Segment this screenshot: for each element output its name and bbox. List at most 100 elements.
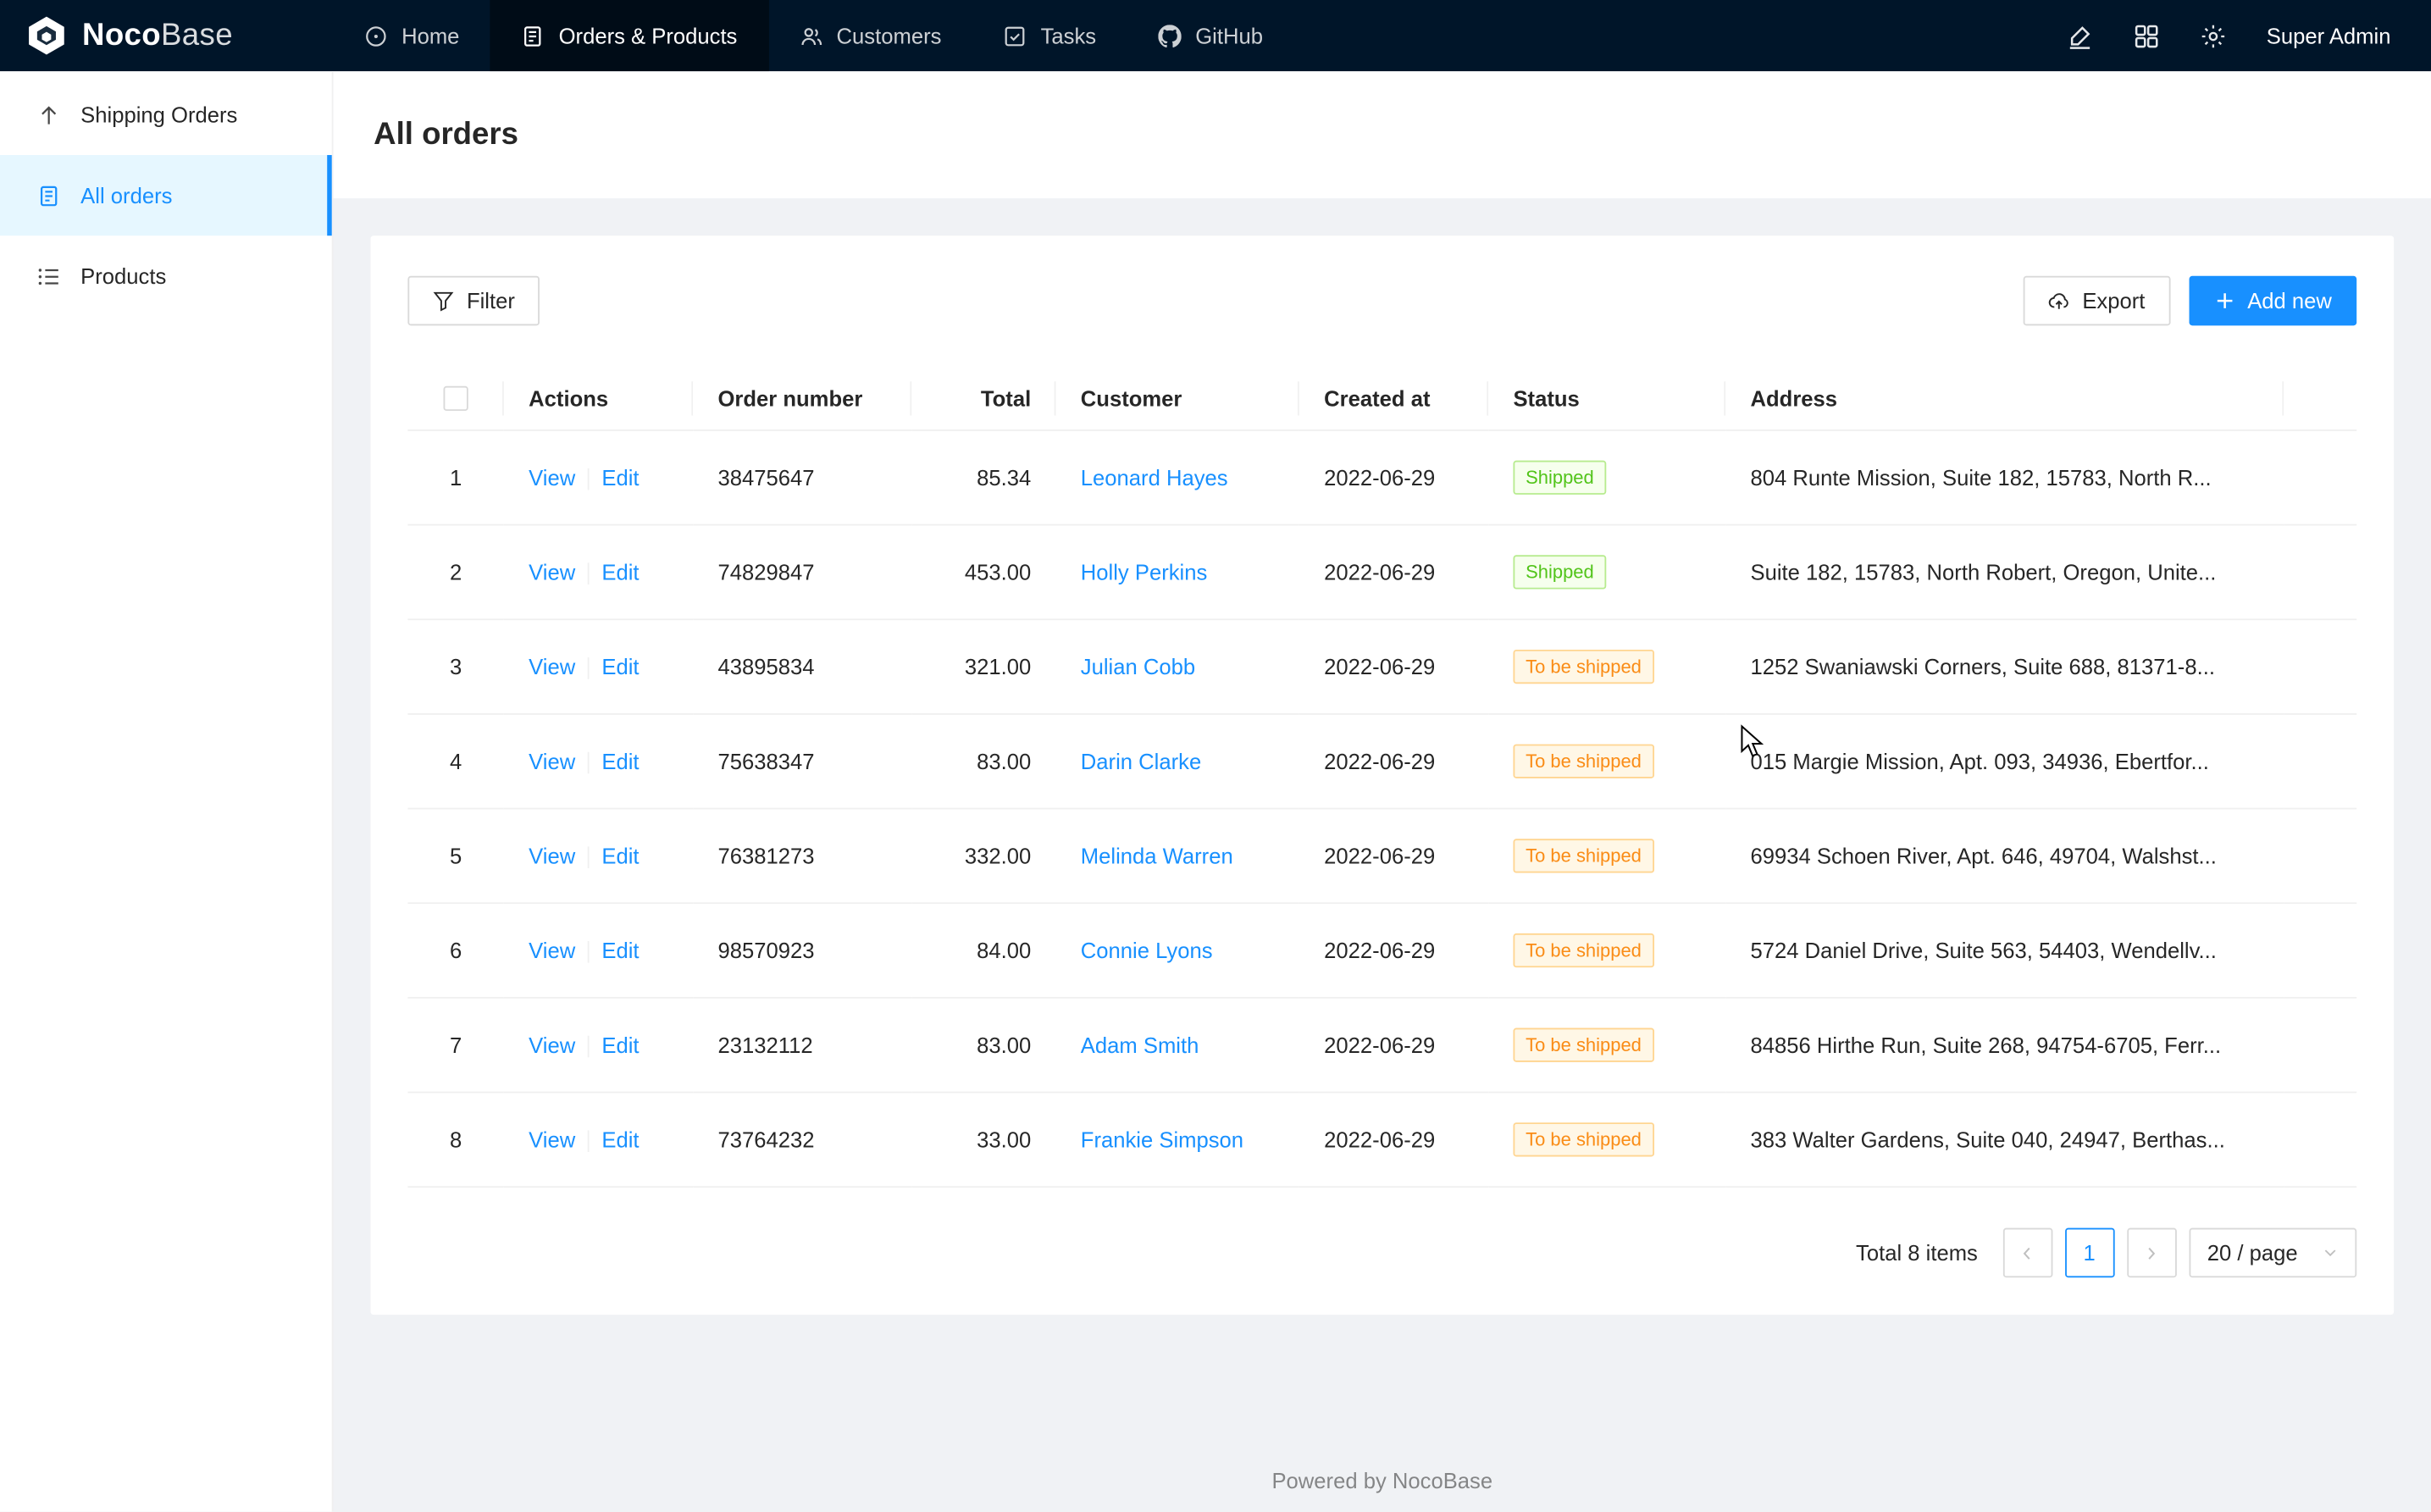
customer-link[interactable]: Darin Clarke <box>1081 750 1201 774</box>
address-cell: 1252 Swaniawski Corners, Suite 688, 8137… <box>1725 620 2284 715</box>
pagination-prev-button[interactable] <box>2002 1228 2052 1278</box>
nav-item-github[interactable]: GitHub <box>1127 0 1294 71</box>
orders-card: Filter Export <box>370 235 2394 1315</box>
edit-link[interactable]: Edit <box>601 1127 639 1152</box>
brand-name: NocoBase <box>82 18 233 53</box>
total-cell: 85.34 <box>911 430 1055 525</box>
customer-link[interactable]: Julian Cobb <box>1081 655 1195 679</box>
gear-icon <box>2200 23 2226 49</box>
view-link[interactable]: View <box>529 560 575 584</box>
customer-link[interactable]: Melinda Warren <box>1081 844 1233 868</box>
filter-button[interactable]: Filter <box>407 276 540 326</box>
edit-link[interactable]: Edit <box>601 655 639 679</box>
edit-link[interactable]: Edit <box>601 939 639 963</box>
column-header-empty <box>2284 366 2356 431</box>
status-cell: To be shipped <box>1488 998 1725 1093</box>
customer-link[interactable]: Frankie Simpson <box>1081 1127 1243 1152</box>
view-link[interactable]: View <box>529 749 575 773</box>
nav-item-orders-products[interactable]: Orders & Products <box>490 0 768 71</box>
status-tag: To be shipped <box>1513 650 1653 684</box>
edit-link[interactable]: Edit <box>601 560 639 584</box>
customer-link[interactable]: Connie Lyons <box>1081 939 1213 963</box>
export-button[interactable]: Export <box>2024 276 2170 326</box>
pagination-page-1[interactable]: 1 <box>2064 1228 2114 1278</box>
view-link[interactable]: View <box>529 939 575 963</box>
column-header-order-number: Order number <box>693 366 911 431</box>
orders-file-icon <box>37 184 60 207</box>
customer-link[interactable]: Holly Perkins <box>1081 560 1208 584</box>
filter-label: Filter <box>467 288 515 313</box>
empty-cell <box>2284 714 2356 809</box>
select-all-checkbox[interactable] <box>443 386 468 411</box>
actions-cell: View Edit <box>504 998 693 1093</box>
view-link[interactable]: View <box>529 655 575 679</box>
toolbar-right: Export Add new <box>2024 276 2356 326</box>
action-divider <box>588 658 590 680</box>
customer-link[interactable]: Adam Smith <box>1081 1033 1199 1058</box>
edit-link[interactable]: Edit <box>601 844 639 868</box>
check-square-icon <box>1004 24 1027 47</box>
column-header-status: Status <box>1488 366 1725 431</box>
action-divider <box>588 563 590 585</box>
github-icon <box>1158 24 1181 47</box>
actions-cell: View Edit <box>504 809 693 904</box>
column-header-actions: Actions <box>504 366 693 431</box>
highlighter-icon <box>2067 23 2093 49</box>
select-all-header-cell <box>407 366 503 431</box>
empty-cell <box>2284 620 2356 715</box>
status-cell: To be shipped <box>1488 714 1725 809</box>
action-divider <box>588 469 590 491</box>
status-cell: To be shipped <box>1488 620 1725 715</box>
pagination-next-button[interactable] <box>2127 1228 2177 1278</box>
view-link[interactable]: View <box>529 844 575 868</box>
page-size-value: 20 / page <box>2207 1241 2298 1266</box>
edit-link[interactable]: Edit <box>601 1033 639 1057</box>
status-tag: To be shipped <box>1513 745 1653 778</box>
address-cell: 69934 Schoen River, Apt. 646, 49704, Wal… <box>1725 809 2284 904</box>
actions-cell: View Edit <box>504 430 693 525</box>
plugins-button[interactable] <box>2133 23 2159 49</box>
column-header-address: Address <box>1725 366 2284 431</box>
view-link[interactable]: View <box>529 1127 575 1152</box>
view-link[interactable]: View <box>529 465 575 490</box>
sidebar-item-all-orders[interactable]: All orders <box>0 155 332 235</box>
brand-logo[interactable]: NocoBase <box>0 0 334 71</box>
settings-button[interactable] <box>2200 23 2226 49</box>
order-number-cell: 98570923 <box>693 904 911 999</box>
nav-item-customers[interactable]: Customers <box>768 0 972 71</box>
table-row: 4ViewEdit7563834783.00Darin Clarke2022-0… <box>407 714 2356 809</box>
edit-link[interactable]: Edit <box>601 749 639 773</box>
sidebar-item-shipping-orders[interactable]: Shipping Orders <box>0 75 332 155</box>
current-user[interactable]: Super Admin <box>2267 23 2391 47</box>
page-header: All orders <box>334 71 2431 198</box>
address-cell: 5724 Daniel Drive, Suite 563, 54403, Wen… <box>1725 904 2284 999</box>
nav-label: GitHub <box>1195 23 1263 47</box>
view-link[interactable]: View <box>529 1033 575 1057</box>
circle-dot-icon <box>364 24 387 47</box>
plus-icon <box>2213 290 2235 312</box>
edit-link[interactable]: Edit <box>601 465 639 490</box>
pagination-total: Total 8 items <box>1856 1241 1978 1266</box>
actions-cell: View Edit <box>504 714 693 809</box>
pagination: Total 8 items 1 20 / page <box>407 1228 2356 1278</box>
order-number-cell: 74829847 <box>693 525 911 620</box>
status-cell: To be shipped <box>1488 809 1725 904</box>
order-number-cell: 75638347 <box>693 714 911 809</box>
row-index-cell: 6 <box>407 904 503 999</box>
page-size-select[interactable]: 20 / page <box>2189 1228 2356 1278</box>
customer-cell: Holly Perkins <box>1056 525 1299 620</box>
add-new-button[interactable]: Add new <box>2189 276 2357 326</box>
customers-icon <box>800 24 822 47</box>
customer-link[interactable]: Leonard Hayes <box>1081 466 1228 490</box>
created-at-cell: 2022-06-29 <box>1299 904 1488 999</box>
orders-icon <box>522 24 545 47</box>
layout: Shipping Orders All orders Products All … <box>0 71 2431 1511</box>
table-row: 7ViewEdit2313211283.00Adam Smith2022-06-… <box>407 998 2356 1093</box>
nav-item-tasks[interactable]: Tasks <box>972 0 1127 71</box>
nav-item-home[interactable]: Home <box>334 0 491 71</box>
row-index: 8 <box>450 1127 462 1152</box>
column-header-created-at: Created at <box>1299 366 1488 431</box>
arrow-up-icon <box>37 103 60 126</box>
ui-editor-button[interactable] <box>2067 23 2093 49</box>
sidebar-item-products[interactable]: Products <box>0 235 332 316</box>
